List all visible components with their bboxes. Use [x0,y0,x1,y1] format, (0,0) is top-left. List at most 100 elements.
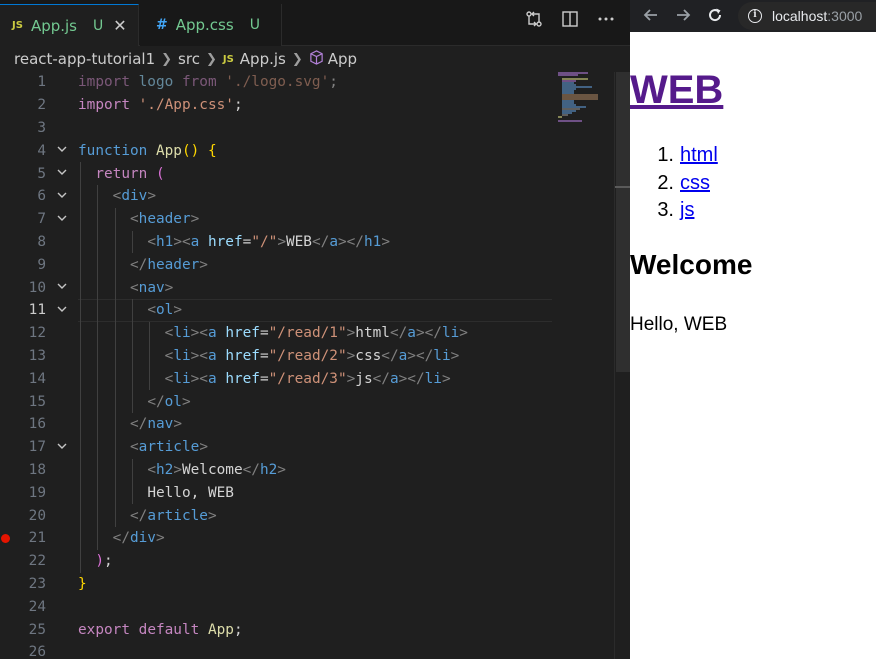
indent-guide [149,321,151,391]
editor-actions [524,10,616,32]
code-text: <h2>Welcome</h2> [147,461,286,478]
javascript-file-icon: JS [12,20,23,31]
code-line[interactable]: 22 ); [0,550,615,573]
fold-chevron-icon[interactable] [46,303,78,318]
code-line[interactable]: 19 Hello, WEB [0,481,615,504]
code-line[interactable]: 13 <li><a href="/read/2">css</a></li> [0,345,615,368]
code-line[interactable]: 2 import './App.css'; [0,94,615,117]
scrollbar-thumb[interactable] [616,72,630,372]
source-control-compare-icon[interactable] [524,10,544,32]
code-area[interactable]: 1 import logo from './logo.svg'; 2 import '… [0,72,630,659]
code-line[interactable]: 26 [0,641,615,659]
code-line[interactable]: 3 [0,117,615,140]
code-text: <li><a href="/read/1">html</a></li> [164,325,468,342]
indent-guide [97,185,99,550]
untracked-status-badge: U [93,17,104,34]
code-text: </div> [112,530,165,547]
breadcrumb-folder[interactable]: react-app-tutorial1 [14,50,155,68]
link-html[interactable]: html [680,142,718,170]
list-number: 1. [657,144,674,166]
code-line[interactable]: 17 <article> [0,436,615,459]
split-editor-icon[interactable] [560,10,580,32]
code-line[interactable]: 12 <li><a href="/read/1">html</a></li> [0,322,615,345]
code-line[interactable]: 14 <li><a href="/read/3">js</a></li> [0,367,615,390]
fold-chevron-icon[interactable] [46,189,78,204]
line-number: 16 [28,416,46,433]
code-text: <header> [129,211,200,228]
css-file-icon: # [156,17,168,33]
code-text: <nav> [129,279,174,296]
close-icon[interactable]: ✕ [113,16,126,35]
tab-label: App.js [30,16,77,35]
list-item: 1. html [630,142,718,170]
breakpoint-icon[interactable] [1,534,10,543]
code-editor: JS App.js U ✕ # App.css U react-app-tuto… [0,0,630,659]
fold-chevron-icon[interactable] [46,212,78,227]
browser-window: i localhost:3000 WEB 1. html 2. css 3. js W… [630,0,876,659]
article-heading: Welcome [630,249,753,280]
list-item: 3. js [630,197,718,225]
code-text: <li><a href="/read/2">css</a></li> [164,347,460,364]
code-line[interactable]: 4 function App() { [0,139,615,162]
minimap-line [562,114,568,116]
site-info-icon[interactable]: i [748,9,762,23]
more-actions-icon[interactable] [596,10,616,32]
code-text: <h1><a href="/">WEB</a></h1> [147,233,390,250]
tab-app-js[interactable]: JS App.js U ✕ [0,4,139,46]
line-number: 8 [37,233,46,250]
minimap[interactable] [556,72,612,132]
breadcrumb-symbol[interactable]: App [328,50,357,68]
fold-chevron-icon[interactable] [46,440,78,455]
home-link[interactable]: WEB [630,68,723,112]
fold-chevron-icon[interactable] [46,280,78,295]
code-line[interactable]: 23} [0,573,615,596]
code-line[interactable]: 7 <header> [0,208,615,231]
breadcrumb-src[interactable]: src [178,50,200,68]
code-line[interactable]: 15 </ol> [0,390,615,413]
line-number: 22 [28,553,46,570]
fold-chevron-icon[interactable] [46,166,78,181]
editor-scrollbar[interactable] [614,72,630,659]
reload-icon[interactable] [704,4,726,26]
browser-toolbar: i localhost:3000 [630,0,876,32]
code-line[interactable]: 24 [0,595,615,618]
code-line[interactable]: 11 <ol> [0,299,615,322]
line-number: 2 [37,97,46,114]
code-line[interactable]: 5 return ( [0,162,615,185]
code-text: } [78,575,87,592]
url-port: :3000 [827,8,863,24]
link-js[interactable]: js [680,197,694,225]
editor-tab-bar: JS App.js U ✕ # App.css U [0,0,630,46]
code-line[interactable]: 21 </div> [0,527,615,550]
line-number: 9 [37,256,46,273]
back-arrow-icon[interactable] [640,4,662,26]
address-bar[interactable]: i localhost:3000 [738,2,876,30]
code-line[interactable]: 9 </header> [0,253,615,276]
chevron-right-icon: ❯ [161,51,173,67]
code-text: </ol> [147,393,191,410]
forward-arrow-icon[interactable] [672,4,694,26]
line-number: 6 [37,188,46,205]
nav-list: 1. html 2. css 3. js [630,142,718,225]
symbol-cube-icon [309,49,324,69]
code-line[interactable]: 6 <div> [0,185,615,208]
code-line[interactable]: 18 <h2>Welcome</h2> [0,459,615,482]
code-line[interactable]: 16 </nav> [0,413,615,436]
line-number: 5 [37,165,46,182]
code-line[interactable]: 10 <nav> [0,276,615,299]
tab-app-css[interactable]: # App.css U [140,4,282,46]
indent-guide [80,162,81,573]
breadcrumb-file[interactable]: App.js [240,50,286,68]
url-host: localhost [772,8,828,24]
code-line[interactable]: 20 </article> [0,504,615,527]
code-line[interactable]: 8 <h1><a href="/">WEB</a></h1> [0,231,615,254]
code-text: </nav> [129,416,182,433]
code-text: export default App; [78,621,243,638]
code-line[interactable]: 25 export default App; [0,618,615,641]
code-line[interactable]: 1 import logo from './logo.svg'; [0,71,615,94]
list-item: 2. css [630,170,718,198]
fold-chevron-icon[interactable] [46,143,78,158]
link-css[interactable]: css [680,170,710,198]
indent-guide [114,207,116,527]
code-text: Hello, WEB [147,484,234,501]
